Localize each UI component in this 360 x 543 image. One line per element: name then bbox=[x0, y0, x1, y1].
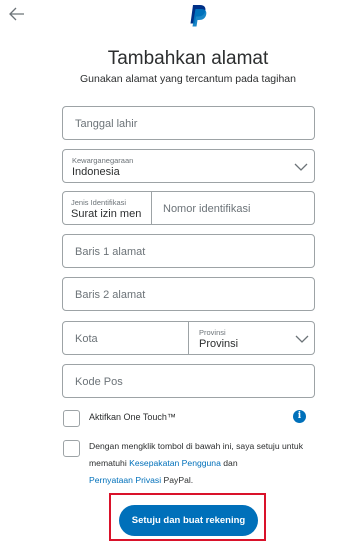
nationality-label: Kewarganegaraan bbox=[72, 156, 134, 165]
address-line2-input[interactable]: Baris 2 alamat bbox=[62, 277, 315, 311]
privacy-statement-link[interactable]: Pernyataan Privasi bbox=[89, 475, 161, 485]
chevron-down-icon bbox=[295, 335, 309, 343]
id-type-select[interactable]: Jenis Identifikasi Surat izin men bbox=[62, 191, 152, 225]
id-type-label: Jenis Identifikasi bbox=[71, 198, 127, 207]
paypal-logo-icon bbox=[190, 5, 207, 27]
province-value: Provinsi bbox=[199, 338, 239, 350]
address-line1-input[interactable]: Baris 1 alamat bbox=[62, 234, 315, 268]
back-arrow-icon[interactable] bbox=[6, 4, 28, 24]
info-icon[interactable]: i bbox=[293, 410, 306, 423]
address-line1-placeholder: Baris 1 alamat bbox=[75, 246, 146, 258]
postal-code-input[interactable]: Kode Pos bbox=[62, 364, 315, 398]
agreement-checkbox[interactable] bbox=[63, 440, 80, 457]
province-label: Provinsi bbox=[199, 328, 226, 337]
birth-date-placeholder: Tanggal lahir bbox=[75, 118, 138, 130]
id-number-placeholder: Nomor identifikasi bbox=[163, 203, 251, 215]
province-select[interactable]: Provinsi Provinsi bbox=[188, 321, 315, 355]
id-number-input[interactable]: Nomor identifikasi bbox=[151, 191, 315, 225]
id-type-value: Surat izin men bbox=[71, 208, 142, 220]
agreement-text-after: PayPal. bbox=[161, 475, 194, 485]
agree-create-account-button[interactable]: Setuju dan buat rekening bbox=[119, 505, 258, 536]
nationality-select[interactable]: Kewarganegaraan Indonesia bbox=[62, 149, 315, 183]
agreement-text: Dengan mengklik tombol di bawah ini, say… bbox=[89, 438, 321, 489]
birth-date-field[interactable]: Tanggal lahir bbox=[62, 106, 315, 140]
address-line2-placeholder: Baris 2 alamat bbox=[75, 289, 146, 301]
one-touch-label: Aktifkan One Touch™ bbox=[89, 412, 176, 422]
chevron-down-icon bbox=[294, 163, 308, 171]
user-agreement-link[interactable]: Kesepakatan Pengguna bbox=[129, 458, 221, 468]
one-touch-checkbox[interactable] bbox=[63, 410, 80, 427]
agreement-text-middle: dan bbox=[220, 458, 238, 468]
city-placeholder: Kota bbox=[75, 333, 98, 345]
nationality-value: Indonesia bbox=[72, 166, 120, 178]
city-input[interactable]: Kota bbox=[62, 321, 189, 355]
postal-code-placeholder: Kode Pos bbox=[75, 376, 123, 388]
page-title: Tambahkan alamat bbox=[107, 48, 269, 69]
page-subtitle: Gunakan alamat yang tercantum pada tagih… bbox=[80, 73, 296, 85]
